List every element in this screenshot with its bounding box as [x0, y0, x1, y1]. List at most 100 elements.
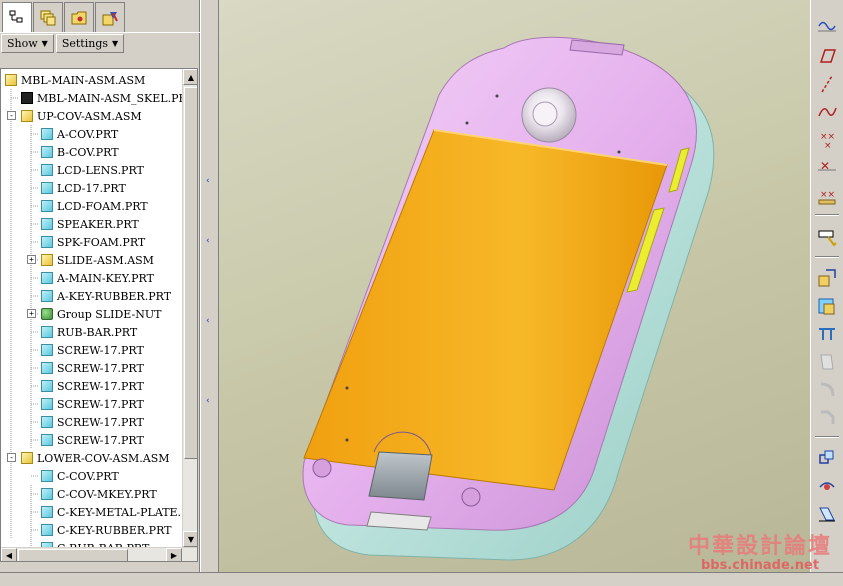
assembly-icon [5, 74, 17, 86]
part-icon [41, 236, 53, 248]
tree-item-label: C-COV-MKEY.PRT [57, 487, 157, 501]
datum-csys-button[interactable]: ×× [814, 184, 840, 208]
collapse-arrow-icon[interactable]: ‹ [206, 316, 210, 326]
tree-item[interactable]: A-MAIN-KEY.PRT [41, 269, 154, 287]
scroll-right-button[interactable]: ▶ [166, 548, 182, 561]
draft-button[interactable] [814, 502, 840, 526]
horizontal-scroll-thumb[interactable] [18, 549, 128, 561]
tree-item[interactable]: SLIDE-ASM.ASM [41, 251, 154, 269]
datum-dot [465, 121, 469, 125]
datum-point-button[interactable]: ×× × [814, 128, 840, 152]
tree-item[interactable]: RUB-BAR.PRT [41, 323, 137, 341]
tree-item[interactable]: SCREW-17.PRT [41, 341, 144, 359]
vertical-scroll-thumb[interactable] [184, 87, 197, 459]
tree-item[interactable]: C-COV-MKEY.PRT [41, 485, 157, 503]
tree-item-label: LCD-FOAM.PRT [57, 199, 148, 213]
extend-button[interactable] [814, 350, 840, 374]
tree-item[interactable]: SPK-FOAM.PRT [41, 233, 145, 251]
tree-item-label: MBL-MAIN-ASM.ASM [21, 73, 146, 87]
tree-item-label: SCREW-17.PRT [57, 433, 144, 447]
tree-item[interactable]: LCD-17.PRT [41, 179, 126, 197]
pattern-button[interactable] [814, 474, 840, 498]
tree-item[interactable]: UP-COV-ASM.ASM [21, 107, 142, 125]
tree-item[interactable]: SPEAKER.PRT [41, 215, 139, 233]
tab-folder-browser[interactable] [64, 2, 94, 32]
expand-toggle[interactable]: + [27, 255, 36, 264]
collapse-toggle[interactable]: - [7, 453, 16, 462]
sketch-datum-button[interactable] [814, 14, 840, 38]
svg-text:×: × [824, 141, 832, 151]
assembly-icon [41, 254, 53, 266]
datum-plane-button[interactable] [814, 44, 840, 68]
tree-item[interactable]: C-KEY-METAL-PLATE. [41, 503, 181, 521]
tab-model-tree[interactable] [2, 2, 32, 33]
scroll-left-button[interactable]: ◀ [1, 548, 17, 561]
tree-item-label: B-COV.PRT [57, 145, 119, 159]
copy-feature-button[interactable] [814, 266, 840, 290]
tree-item[interactable]: B-COV.PRT [41, 143, 119, 161]
tree-item[interactable]: Group SLIDE-NUT [41, 305, 161, 323]
part-icon [41, 146, 53, 158]
datum-point-offset-button[interactable]: ✕ [814, 156, 840, 180]
part-icon [41, 362, 53, 374]
collapse-arrow-icon[interactable]: ‹ [206, 176, 210, 186]
round-button[interactable] [814, 378, 840, 402]
show-button[interactable]: Show ▼ [1, 34, 54, 53]
tree-item[interactable]: SCREW-17.PRT [41, 377, 144, 395]
tab-favorites[interactable] [95, 2, 125, 32]
tree-item-label: SCREW-17.PRT [57, 379, 144, 393]
expand-toggle[interactable]: + [27, 309, 36, 318]
layers-icon [40, 10, 56, 25]
tree-item[interactable]: A-COV.PRT [41, 125, 118, 143]
part-icon [41, 290, 53, 302]
graphics-viewport[interactable] [218, 0, 810, 572]
tree-item-label: LOWER-COV-ASM.ASM [37, 451, 170, 465]
part-icon [41, 524, 53, 536]
paste-feature-button[interactable] [814, 294, 840, 318]
datum-axis-button[interactable] [814, 72, 840, 96]
settings-button[interactable]: Settings ▼ [55, 34, 125, 53]
collapse-toggle[interactable]: - [7, 111, 16, 120]
scroll-down-button[interactable]: ▼ [183, 531, 197, 547]
tree-item[interactable]: SCREW-17.PRT [41, 395, 144, 413]
tab-layers[interactable] [33, 2, 63, 32]
datum-curve-icon [818, 107, 837, 117]
tree-item-label: SPEAKER.PRT [57, 217, 139, 231]
tree-item[interactable]: SCREW-17.PRT [41, 431, 144, 449]
tree-item-label: SPK-FOAM.PRT [57, 235, 146, 249]
scroll-up-button[interactable]: ▲ [183, 69, 197, 85]
collapse-arrow-icon[interactable]: ‹ [206, 236, 210, 246]
tree-item[interactable]: MBL-MAIN-ASM.ASM [5, 71, 145, 89]
tree-item[interactable]: SCREW-17.PRT [41, 359, 144, 377]
show-button-label: Show [7, 37, 38, 50]
tree-item[interactable]: SCREW-17.PRT [41, 413, 144, 431]
tree-item-label: LCD-LENS.PRT [57, 163, 144, 177]
chevron-down-icon: ▼ [41, 39, 48, 48]
panel-splitter[interactable]: ‹ ‹ ‹ ‹ [200, 0, 218, 572]
tree-item[interactable]: A-KEY-RUBBER.PRT [41, 287, 171, 305]
tree-item-label: RUB-BAR.PRT [57, 325, 138, 339]
tree-item[interactable]: MBL-MAIN-ASM_SKEL.PRT [21, 89, 182, 107]
tree-item[interactable]: C-COV.PRT [41, 467, 119, 485]
datum-curve-button[interactable] [814, 100, 840, 124]
collapse-arrow-icon[interactable]: ‹ [206, 396, 210, 406]
tree-item[interactable]: C-RUB-BAR.PRT [41, 539, 149, 547]
toolbar-separator [815, 214, 839, 216]
analysis-icon [818, 230, 837, 247]
chamfer-button[interactable] [814, 406, 840, 430]
mirror-button[interactable] [814, 446, 840, 470]
mirror-icon [819, 450, 834, 464]
tree-vertical-scrollbar[interactable]: ▲ ▼ [182, 69, 197, 547]
analysis-button[interactable] [814, 224, 840, 248]
battery-latch [368, 451, 433, 501]
tree-item[interactable]: LCD-FOAM.PRT [41, 197, 148, 215]
tree-item[interactable]: C-KEY-RUBBER.PRT [41, 521, 172, 539]
tree-horizontal-scrollbar[interactable]: ◀ ▶ [1, 547, 197, 561]
tree-item-label: C-KEY-RUBBER.PRT [57, 523, 172, 537]
sketch-datum-icon [818, 21, 836, 32]
tree-item[interactable]: LOWER-COV-ASM.ASM [21, 449, 170, 467]
trim-button[interactable] [814, 322, 840, 346]
part-icon [41, 182, 53, 194]
tree-item[interactable]: LCD-LENS.PRT [41, 161, 144, 179]
part-icon [41, 506, 53, 518]
